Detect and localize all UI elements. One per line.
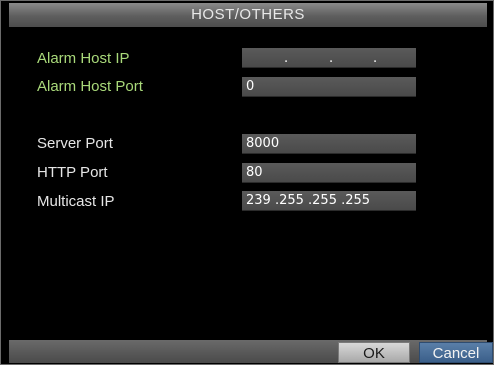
dialog-title: HOST/OTHERS — [9, 3, 487, 27]
button-bar — [9, 340, 487, 363]
host-others-dialog: HOST/OTHERS Alarm Host IP . . . Alarm Ho… — [0, 0, 494, 365]
alarm-host-port-label: Alarm Host Port — [37, 78, 143, 95]
http-port-label: HTTP Port — [37, 164, 108, 181]
server-port-label: Server Port — [37, 135, 113, 152]
ip-separator-3: . — [373, 51, 378, 66]
multicast-ip-field[interactable]: 239 .255 .255 .255 — [242, 191, 416, 211]
server-port-field[interactable]: 8000 — [242, 134, 416, 154]
multicast-ip-label: Multicast IP — [37, 193, 115, 210]
ip-separator-1: . — [284, 51, 289, 66]
alarm-host-ip-field[interactable]: . . . — [242, 48, 416, 68]
alarm-host-ip-label: Alarm Host IP — [37, 50, 130, 67]
http-port-field[interactable]: 80 — [242, 163, 416, 183]
cancel-button[interactable]: Cancel — [419, 342, 493, 363]
alarm-host-port-field[interactable]: 0 — [242, 77, 416, 97]
ok-button[interactable]: OK — [338, 342, 410, 363]
ip-separator-2: . — [329, 51, 334, 66]
